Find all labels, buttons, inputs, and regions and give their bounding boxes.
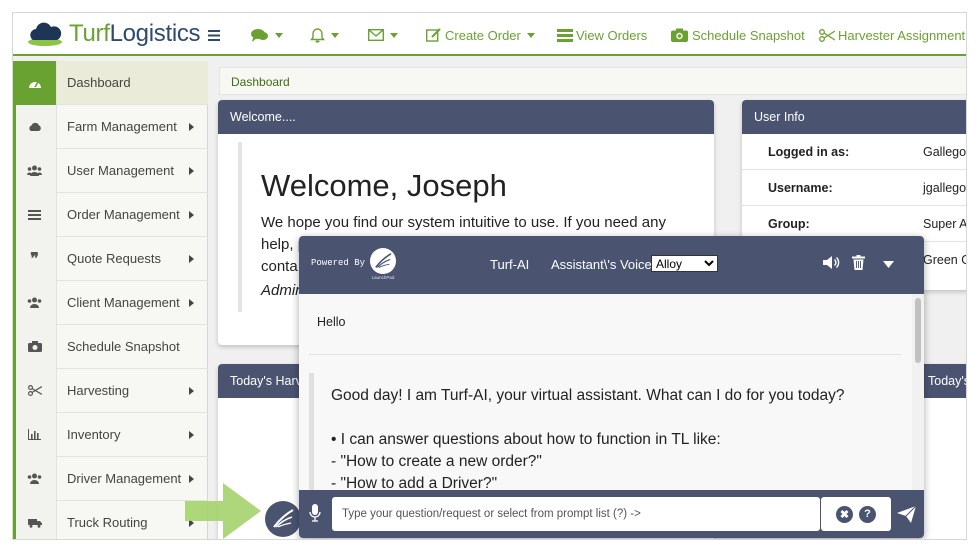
speaker-icon[interactable] [823,255,841,270]
view-orders-link[interactable]: View Orders [557,25,647,45]
dashboard-icon [13,60,57,105]
sidebar-item-schedule-snapshot[interactable]: Schedule Snapshot [13,324,208,369]
launchpad-logo-icon [375,253,392,268]
truck-icon [13,500,57,539]
microphone-icon[interactable] [309,504,321,522]
sidebar-item-client-management[interactable]: Client Management [13,280,208,325]
sidebar-item-quote-requests[interactable]: ❞ Quote Requests [13,236,208,281]
chevron-down-icon [390,32,398,38]
sidebar-item-truck-routing[interactable]: Truck Routing [13,500,208,539]
scissors-icon [13,368,57,413]
sidebar-item-inventory[interactable]: Inventory [13,412,208,457]
chevron-right-icon [189,254,194,263]
welcome-title: Welcome, Joseph [261,168,507,203]
user-message: Hello [317,315,346,329]
pointer-arrow-icon [185,483,261,539]
collapse-chevron-icon[interactable] [883,261,894,268]
sidebar-item-order-management[interactable]: Order Management [13,192,208,237]
launchpad-logo [370,248,396,274]
sidebar-accent-stripe [13,61,16,539]
edit-icon [426,28,441,42]
breadcrumb[interactable]: Dashboard [219,67,966,95]
launchpad-logo-icon [273,509,294,528]
comments-icon [251,29,268,42]
list-icon [13,192,57,237]
top-navbar: TurfLogistics Create Order View Orders S… [13,13,966,56]
prompt-tools: ✖ ? [821,497,891,531]
users-icon [13,148,57,193]
chevron-down-icon [526,32,535,38]
cloud-logo-icon [28,22,62,46]
harvester-assignment-link[interactable]: Harvester Assignment [819,25,965,45]
trash-icon[interactable] [852,255,865,270]
sidebar-item-user-management[interactable]: User Management [13,148,208,193]
chevron-right-icon [189,430,194,439]
chat-scrollbar-thumb[interactable] [915,298,921,363]
ai-assistant-launcher[interactable] [265,501,301,537]
chat-header: Powered By LaunchPad Turf-AI Assistant\'… [299,236,924,294]
chat-message-area: Hello Good day! I am Turf-AI, your virtu… [299,294,924,503]
chat-title: Turf-AI [490,257,530,272]
chevron-right-icon [189,210,194,219]
chevron-right-icon [189,166,194,175]
voice-label: Assistant\'s Voice: [551,257,656,272]
camera-icon [13,324,57,369]
app-window: TurfLogistics Create Order View Orders S… [12,12,967,540]
user-info-row: Logged in as:Gallego,J [742,134,966,170]
sidebar-item-driver-management[interactable]: Driver Management [13,456,208,501]
chat-prompt-input[interactable] [332,497,820,531]
brand-logo[interactable]: TurfLogistics [27,19,201,49]
chevron-down-icon [331,32,339,38]
users-icon [13,456,57,501]
envelope-icon [368,29,384,41]
sidebar-item-harvesting[interactable]: Harvesting [13,368,208,413]
sidebar-item-dashboard[interactable]: Dashboard [13,60,208,105]
bell-icon [310,27,325,42]
users-icon [13,280,57,325]
welcome-panel-header: Welcome.... [218,100,714,134]
messages-dropdown[interactable] [251,25,283,45]
voice-select[interactable]: Alloy [651,255,718,272]
scissors-icon [819,28,835,42]
bar-chart-icon [13,412,57,457]
camera-icon [671,28,688,42]
create-order-dropdown[interactable]: Create Order [426,25,535,45]
chevron-right-icon [189,122,194,131]
sidebar-item-farm-management[interactable]: Farm Management [13,104,208,149]
turf-ai-chat-window: Powered By LaunchPad Turf-AI Assistant\'… [299,236,924,538]
clear-input-button[interactable]: ✖ [836,505,853,523]
powered-by-label: Powered By [311,258,366,268]
mail-dropdown[interactable] [368,25,398,45]
sidebar: Dashboard Farm Management User Managemen… [13,60,208,539]
quote-icon: ❞ [13,236,57,281]
notifications-dropdown[interactable] [310,25,339,45]
hamburger-icon [208,29,220,41]
prompt-list-button[interactable]: ? [859,505,876,523]
chevron-right-icon [189,386,194,395]
chevron-right-icon [189,298,194,307]
user-info-row: Username:jgallegos [742,170,966,206]
brand-name: TurfLogistics [69,20,201,47]
chevron-right-icon [189,474,194,483]
list-icon [557,28,573,42]
message-divider [309,354,901,355]
chevron-down-icon [275,32,283,38]
schedule-snapshot-link[interactable]: Schedule Snapshot [671,25,805,45]
cloud-icon [13,104,57,149]
send-icon[interactable] [897,506,916,523]
launchpad-logo-caption: LaunchPad [371,275,395,280]
user-info-header: User Info [742,100,966,134]
chat-input-bar: ✖ ? [299,490,924,538]
todays-right-panel: Today's [919,364,966,539]
menu-toggle-button[interactable] [208,25,220,45]
todays-right-header: Today's [919,364,966,398]
assistant-message: Good day! I am Turf-AI, your virtual ass… [309,373,901,503]
